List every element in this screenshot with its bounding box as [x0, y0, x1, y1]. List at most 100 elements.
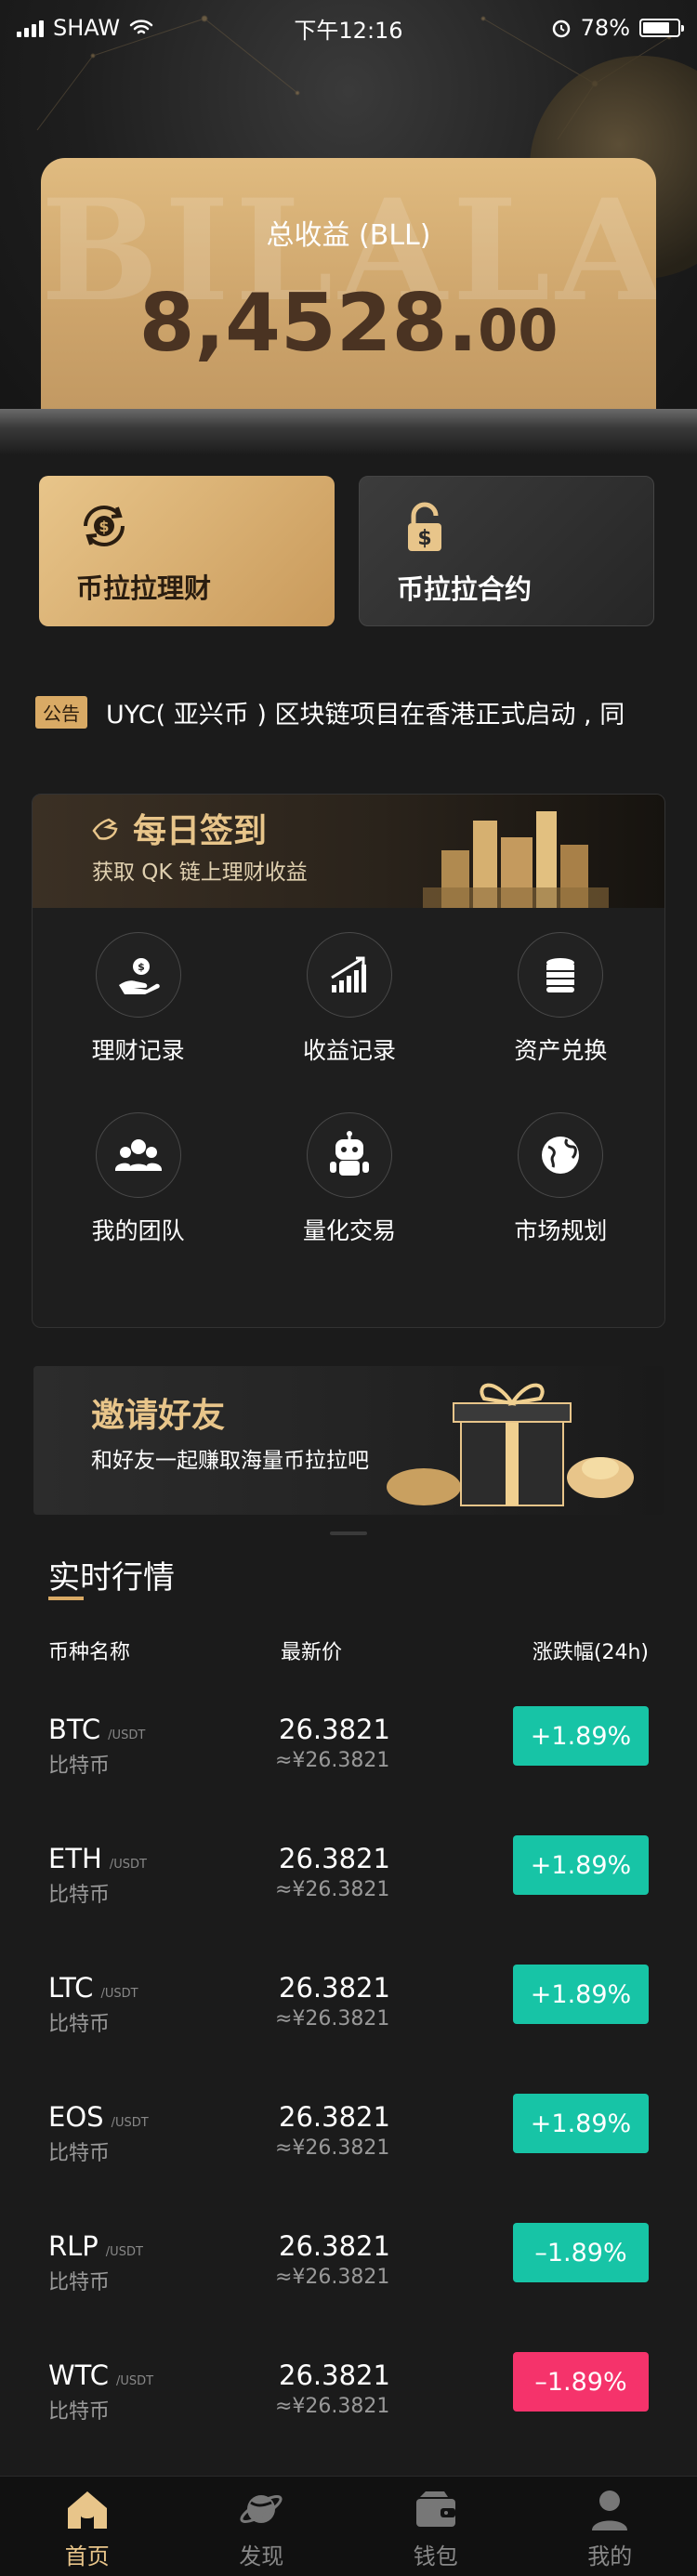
market-row[interactable]: LTC/USDT 比特币 26.3821 ≈¥26.3821 +1.89% [0, 1946, 697, 2075]
tab-label: 我的 [587, 2543, 633, 2569]
coin-symbol: EOS/USDT [48, 2101, 149, 2133]
announcement-tag: 公告 [35, 695, 87, 729]
gold-city-illustration [423, 811, 609, 908]
announcement-bar[interactable]: 公告 UYC( 亚兴币 ) 区块链项目在香港正式启动 , 同 [35, 695, 677, 729]
contract-card[interactable]: $ 币拉拉合约 [359, 476, 654, 626]
gift-box-illustration [387, 1383, 634, 1506]
market-row[interactable]: RLP/USDT 比特币 26.3821 ≈¥26.3821 –1.89% [0, 2204, 697, 2333]
growth-chart-icon [331, 956, 366, 992]
svg-text:$: $ [138, 961, 145, 973]
invite-subtitle: 和好友一起赚取海量币拉拉吧 [91, 1449, 369, 1473]
svg-text:$: $ [417, 527, 431, 550]
symbol-text: BTC [48, 1714, 101, 1745]
coin-price: 26.3821 [279, 1843, 390, 1874]
change-badge[interactable]: –1.89% [513, 2223, 649, 2282]
coin-price-cny: ≈¥26.3821 [275, 2395, 390, 2418]
coin-symbol: WTC/USDT [48, 2359, 153, 2391]
change-badge[interactable]: –1.89% [513, 2352, 649, 2412]
hero-pedestal [0, 409, 697, 455]
change-badge[interactable]: +1.89% [513, 1965, 649, 2024]
team-icon [114, 1139, 162, 1171]
change-badge[interactable]: +1.89% [513, 1835, 649, 1895]
coin-name: 比特币 [48, 2400, 111, 2424]
grid-item-market-planning[interactable]: 市场规划 [455, 1112, 664, 1246]
announcement-text: UYC( 亚兴币 ) 区块链项目在香港正式启动 , 同 [106, 700, 625, 729]
symbol-text: RLP [48, 2230, 99, 2262]
earnings-integer: 8,4528. [138, 277, 479, 370]
header-latest-price: 最新价 [281, 1641, 343, 1664]
services-grid: $ 理财记录 收益记录 资产兑换 我的团队 量化交易 市场规划 [33, 932, 664, 1246]
coin-stack-icon [546, 958, 575, 992]
grid-item-asset-exchange[interactable]: 资产兑换 [455, 932, 664, 1066]
robot-icon [329, 1131, 369, 1176]
grid-label: 收益记录 [302, 1037, 396, 1064]
quote-unit: /USDT [108, 1728, 146, 1742]
coin-symbol: BTC/USDT [48, 1714, 145, 1745]
coin-price-cny: ≈¥26.3821 [275, 1878, 390, 1901]
wealth-management-card[interactable]: $ 币拉拉理财 [39, 476, 335, 626]
coin-symbol: ETH/USDT [48, 1843, 147, 1874]
grid-item-quant-trading[interactable]: 量化交易 [243, 1112, 454, 1246]
coin-price-cny: ≈¥26.3821 [275, 2007, 390, 2031]
grid-label: 理财记录 [91, 1037, 185, 1064]
status-time: 下午12:16 [294, 17, 403, 44]
hand-coin-icon: $ [118, 958, 160, 994]
market-row[interactable]: BTC/USDT 比特币 26.3821 ≈¥26.3821 +1.89% [0, 1688, 697, 1817]
change-badge[interactable]: +1.89% [513, 2094, 649, 2153]
hand-sign-icon [92, 818, 118, 840]
section-divider [330, 1531, 367, 1535]
signin-title: 每日签到 [90, 804, 267, 852]
coin-name: 比特币 [48, 1755, 111, 1778]
change-badge[interactable]: +1.89% [513, 1706, 649, 1766]
grid-item-finance-records[interactable]: $ 理财记录 [33, 932, 243, 1066]
quote-unit: /USDT [115, 2374, 154, 2388]
svg-text:$: $ [99, 518, 109, 535]
symbol-text: ETH [48, 1843, 102, 1874]
invite-friends-banner[interactable]: 邀请好友 和好友一起赚取海量币拉拉吧 [33, 1366, 664, 1515]
earnings-decimal: 00 [478, 296, 559, 364]
quote-unit: /USDT [111, 2116, 149, 2130]
tab-label: 钱包 [413, 2543, 458, 2569]
coin-price-cny: ≈¥26.3821 [275, 1749, 390, 1772]
bottom-tab-bar: 首页 发现 钱包 我的 [0, 2476, 697, 2576]
grid-label: 我的团队 [91, 1217, 185, 1244]
grid-label: 量化交易 [302, 1217, 396, 1244]
grid-item-my-team[interactable]: 我的团队 [33, 1112, 243, 1246]
wifi-icon [129, 20, 153, 34]
market-row[interactable]: ETH/USDT 比特币 26.3821 ≈¥26.3821 +1.89% [0, 1817, 697, 1946]
market-row[interactable]: EOS/USDT 比特币 26.3821 ≈¥26.3821 +1.89% [0, 2075, 697, 2204]
tab-wallet[interactable]: 钱包 [348, 2477, 523, 2576]
lock-dollar-icon: $ [408, 502, 441, 551]
tab-me[interactable]: 我的 [523, 2477, 697, 2576]
daily-signin-banner[interactable]: 每日签到 获取 QK 链上理财收益 [33, 795, 664, 908]
wallet-icon [415, 2491, 455, 2527]
hero-section: BILALA 总收益 (BLL) 8,4528.00 [0, 0, 697, 455]
market-title-underline [48, 1597, 84, 1600]
tab-home[interactable]: 首页 [0, 2477, 175, 2576]
coin-price-cny: ≈¥26.3821 [275, 2266, 390, 2289]
symbol-text: WTC [48, 2359, 109, 2391]
contract-label: 币拉拉合约 [397, 573, 533, 605]
market-row[interactable]: WTC/USDT 比特币 26.3821 ≈¥26.3821 –1.89% [0, 2333, 697, 2463]
grid-item-earnings-records[interactable]: 收益记录 [243, 932, 454, 1066]
services-panel: 每日签到 获取 QK 链上理财收益 $ 理财记录 收益记录 资产兑换 我的团队 [32, 794, 665, 1328]
tab-label: 发现 [239, 2543, 284, 2569]
home-icon [67, 2491, 107, 2529]
grid-label: 资产兑换 [514, 1037, 608, 1064]
carrier-name: SHAW [53, 15, 121, 41]
invite-title: 邀请好友 [91, 1397, 226, 1435]
total-earnings-label: 总收益 (BLL) [266, 219, 431, 252]
user-icon [592, 2491, 628, 2530]
coin-name: 比特币 [48, 2142, 111, 2165]
coin-name: 比特币 [48, 2271, 111, 2294]
coin-price: 26.3821 [279, 1714, 390, 1745]
symbol-text: EOS [48, 2101, 104, 2133]
signin-title-text: 每日签到 [133, 812, 268, 850]
symbol-text: LTC [48, 1972, 94, 2004]
coin-price: 26.3821 [279, 2101, 390, 2133]
tab-discover[interactable]: 发现 [175, 2477, 349, 2576]
total-earnings-card: BILALA 总收益 (BLL) 8,4528.00 [41, 158, 656, 437]
header-change-24h: 涨跌幅(24h) [532, 1641, 649, 1664]
coin-price-cny: ≈¥26.3821 [275, 2136, 390, 2160]
coin-symbol: RLP/USDT [48, 2230, 143, 2262]
